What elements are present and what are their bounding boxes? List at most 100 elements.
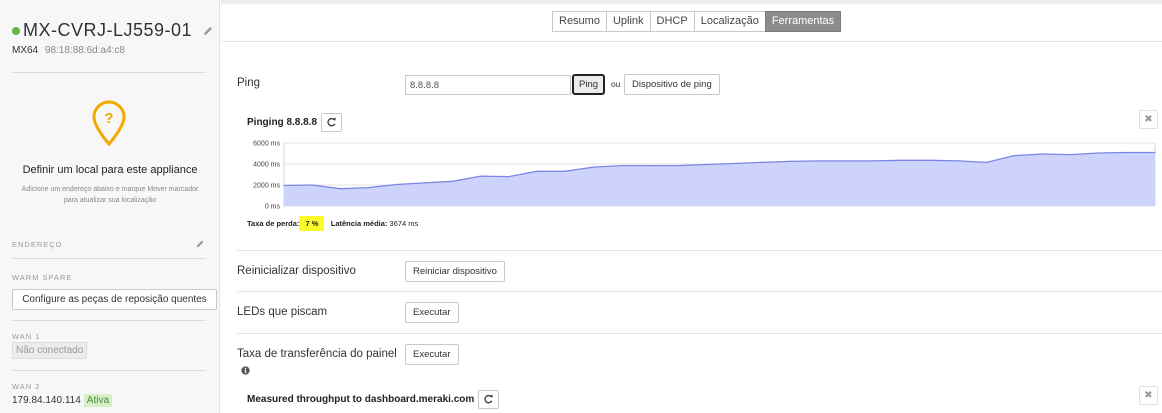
loss-rate-value: 7 % [299, 216, 325, 231]
sidebar-divider [12, 258, 206, 259]
throughput-title: Measured throughput to dashboard.meraki.… [247, 394, 475, 405]
latency-point [985, 161, 988, 163]
ping-stats: Taxa de perda: 7 % Latência média: 3674 … [247, 216, 419, 231]
tab-dhcp[interactable]: DHCP [649, 11, 695, 32]
latency-point [1070, 154, 1072, 156]
latency-point [564, 170, 566, 172]
sidebar-divider [12, 72, 206, 73]
latency-point [339, 188, 341, 190]
refresh-throughput-button[interactable] [478, 390, 499, 409]
latency-point [1042, 153, 1044, 155]
edit-name-pencil-icon[interactable] [202, 25, 214, 37]
latency-point [929, 159, 931, 161]
latency-point [592, 166, 594, 168]
tab-ferramentas[interactable]: Ferramentas [764, 11, 842, 32]
throughput-label: Taxa de transferência do painel [237, 348, 397, 360]
latency-point [452, 180, 454, 182]
refresh-icon [484, 394, 493, 404]
ping-latency-chart: 6000 ms 4000 ms 2000 ms 0 ms [253, 141, 1156, 211]
latency-point [873, 160, 875, 162]
sidebar-divider [12, 370, 206, 371]
latency-point [789, 160, 791, 162]
configure-warm-spare-button[interactable]: Configure as peças de reposição quentes [12, 289, 217, 310]
refresh-icon [327, 117, 336, 127]
location-pin-question-icon: ? [92, 100, 126, 146]
latency-point [1013, 155, 1016, 157]
latency-point [508, 176, 510, 178]
address-label: ENDEREÇO [12, 240, 63, 249]
device-header: MX-CVRJ-LJ559-01 [12, 20, 214, 41]
y-tick-label: 6000 ms [253, 141, 280, 148]
close-icon: ✖ [1144, 390, 1153, 401]
latency-point [845, 160, 847, 162]
latency-point [648, 165, 650, 167]
latency-point [957, 160, 959, 162]
wan2-ip: 179.84.140.114 [12, 395, 81, 406]
latency-point [620, 165, 622, 167]
sidebar-divider [12, 320, 206, 321]
tab-bar: Resumo Uplink DHCP Localização Ferrament… [221, 0, 1162, 42]
latency-point [1126, 151, 1128, 154]
wan1-status-badge: Não conectado [12, 342, 88, 359]
device-model: MX64 [12, 45, 39, 56]
location-title: Definir um local para este appliance [22, 164, 198, 176]
warm-spare-label: WARM SPARE [12, 273, 73, 282]
info-icon[interactable] [241, 366, 250, 375]
blink-leds-run-button[interactable]: Executar [405, 302, 459, 323]
device-model-line: MX64 98:18:88:6d:a4:c8 [12, 45, 125, 56]
latency-point [704, 163, 707, 166]
tabs: Resumo Uplink DHCP Localização Ferrament… [552, 11, 842, 32]
latency-point [901, 159, 903, 161]
throughput-run-button[interactable]: Executar [405, 344, 459, 365]
wan1-label: WAN 1 [12, 332, 41, 341]
y-tick-label: 0 ms [265, 204, 281, 211]
latency-point [367, 187, 369, 189]
latency-point [536, 170, 538, 172]
latency-point [480, 175, 482, 177]
y-tick-label: 4000 ms [253, 162, 280, 169]
avg-latency-value: 3674 ms [389, 219, 419, 228]
latency-point [311, 184, 313, 186]
y-tick-label: 2000 ms [253, 183, 280, 190]
edit-address-pencil-icon[interactable] [195, 239, 205, 249]
latency-point [1098, 152, 1100, 154]
avg-latency-label: Latência média: [330, 219, 388, 228]
latency-point [395, 183, 397, 186]
reboot-label: Reinicializar dispositivo [237, 265, 356, 277]
refresh-ping-button[interactable] [321, 113, 342, 132]
ping-button[interactable]: Ping [572, 74, 606, 95]
pinging-title: Pinging 8.8.8.8 [247, 117, 318, 128]
ping-label: Ping [237, 77, 261, 89]
loss-rate-label: Taxa de perda: [247, 219, 300, 228]
latency-point [283, 184, 285, 187]
wan2-line: 179.84.140.114 Ativa [12, 394, 113, 407]
row-separator [237, 250, 1162, 251]
wan2-label: WAN 2 [12, 382, 41, 391]
latency-point [732, 162, 735, 165]
svg-text:?: ? [104, 110, 113, 127]
row-separator [237, 291, 1162, 292]
reboot-device-button[interactable]: Reiniciar dispositivo [405, 261, 505, 282]
ping-host-input[interactable] [405, 75, 571, 95]
device-name: MX-CVRJ-LJ559-01 [23, 20, 193, 40]
row-separator [237, 333, 1162, 334]
online-status-dot [12, 26, 20, 35]
close-throughput-result-button[interactable]: ✖ [1139, 386, 1158, 405]
latency-point [676, 165, 678, 167]
or-text: ou [611, 79, 621, 89]
ping-device-button[interactable]: Dispositivo de ping [624, 74, 720, 95]
tab-localizacao[interactable]: Localização [693, 11, 766, 32]
dashboard-root: MX-CVRJ-LJ559-01 MX64 98:18:88:6d:a4:c8 … [0, 0, 1162, 413]
latency-point [761, 161, 763, 163]
blink-leds-label: LEDs que piscam [237, 306, 328, 318]
latency-point [817, 160, 819, 162]
location-description: Adicione um endereço abaixo e marque Mov… [21, 186, 199, 204]
close-icon: ✖ [1144, 114, 1153, 125]
latency-point [423, 182, 426, 184]
close-ping-result-button[interactable]: ✖ [1139, 110, 1158, 129]
tab-resumo[interactable]: Resumo [552, 11, 607, 32]
device-mac: 98:18:88:6d:a4:c8 [44, 45, 125, 56]
wan2-status-badge: Ativa [83, 394, 113, 407]
tab-uplink[interactable]: Uplink [605, 11, 651, 32]
device-sidebar: MX-CVRJ-LJ559-01 MX64 98:18:88:6d:a4:c8 … [0, 0, 220, 413]
